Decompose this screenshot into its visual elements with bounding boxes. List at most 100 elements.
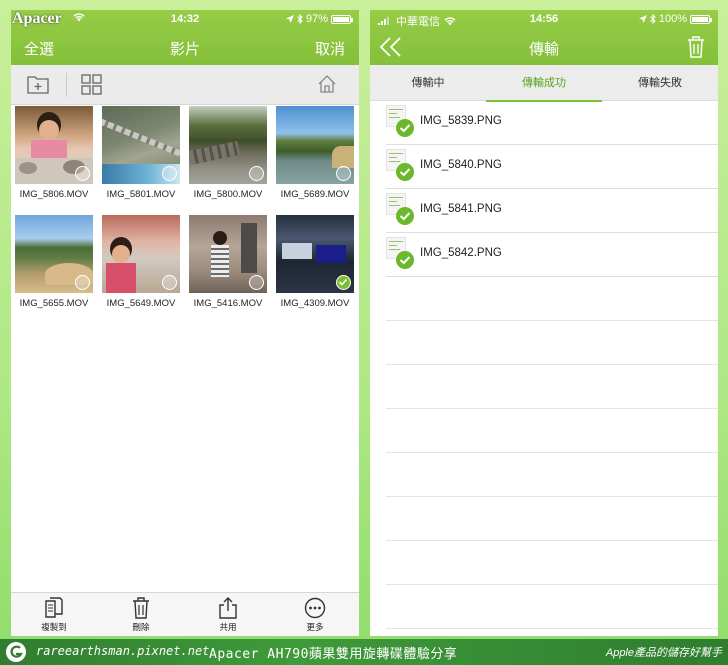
child-face bbox=[39, 120, 59, 140]
list-item[interactable]: IMG_5839.PNG bbox=[386, 101, 718, 145]
select-circle[interactable] bbox=[162, 166, 177, 181]
video-name: IMG_5800.MOV bbox=[193, 189, 263, 200]
select-circle[interactable] bbox=[249, 275, 264, 290]
battery-fill bbox=[692, 16, 708, 22]
copy-icon bbox=[45, 597, 63, 618]
child-head bbox=[213, 231, 227, 245]
trash-icon bbox=[133, 597, 149, 619]
success-check-icon bbox=[396, 251, 414, 269]
select-circle[interactable] bbox=[75, 275, 90, 290]
nav-bar: 全選 影片 取消 bbox=[11, 36, 359, 62]
list-item[interactable]: IMG_5840.PNG bbox=[386, 145, 718, 189]
battery-percent: 97% bbox=[305, 13, 328, 25]
video-name: IMG_5416.MOV bbox=[193, 298, 263, 309]
video-item[interactable]: IMG_5800.MOV bbox=[189, 106, 267, 200]
page-title: 影片 bbox=[169, 41, 200, 58]
selected-check-circle[interactable] bbox=[336, 275, 351, 290]
video-thumbnail[interactable] bbox=[15, 215, 93, 293]
site-url: rareearthsman.pixnet.net bbox=[36, 644, 210, 658]
right-screen: 中華電信 14:56 100% 傳輸 傳輸中 傳輸成功 傳輸失敗 IMG_583… bbox=[370, 10, 718, 636]
video-item[interactable]: IMG_5416.MOV bbox=[189, 215, 267, 309]
transfer-list: IMG_5839.PNG IMG_5840.PNG IMG_5841.PNG I… bbox=[386, 101, 718, 629]
tab-transferring[interactable]: 傳輸中 bbox=[370, 65, 486, 101]
video-item[interactable]: IMG_5689.MOV bbox=[276, 106, 354, 200]
file-name: IMG_5840.PNG bbox=[420, 159, 502, 171]
bluetooth-icon bbox=[650, 14, 656, 24]
success-check-icon bbox=[396, 207, 414, 225]
add-folder-icon[interactable] bbox=[27, 74, 49, 99]
action-bar: 複製到 刪除 共用 更多 bbox=[11, 592, 359, 636]
empty-row bbox=[386, 321, 718, 365]
status-right: 100% bbox=[638, 13, 712, 25]
file-name: IMG_5841.PNG bbox=[420, 203, 502, 215]
nav-bar: 傳輸 bbox=[370, 36, 718, 62]
tab-transfer-failed[interactable]: 傳輸失敗 bbox=[602, 65, 718, 101]
child-dress bbox=[211, 245, 229, 277]
select-circle[interactable] bbox=[75, 166, 90, 181]
status-bar: 中華電信 14:56 100% bbox=[370, 12, 718, 28]
select-circle[interactable] bbox=[336, 166, 351, 181]
video-thumbnail[interactable] bbox=[102, 106, 180, 184]
stone-wall bbox=[189, 140, 240, 166]
video-name: IMG_5806.MOV bbox=[19, 189, 89, 200]
video-item[interactable]: IMG_5649.MOV bbox=[102, 215, 180, 309]
watermark-banner: rareearthsman.pixnet.net Apacer AH790蘋果雙… bbox=[0, 639, 728, 665]
home-icon[interactable] bbox=[317, 74, 337, 99]
adult-figure bbox=[241, 223, 257, 273]
video-thumbnail[interactable] bbox=[15, 106, 93, 184]
video-item[interactable]: IMG_5806.MOV bbox=[15, 106, 93, 200]
tab-transfer-success[interactable]: 傳輸成功 bbox=[486, 65, 602, 102]
delete-button[interactable]: 刪除 bbox=[111, 597, 171, 633]
status-right: 97% bbox=[285, 13, 353, 25]
video-item[interactable]: IMG_5655.MOV bbox=[15, 215, 93, 309]
battery-percent: 100% bbox=[658, 13, 687, 25]
file-name: IMG_5842.PNG bbox=[420, 247, 502, 259]
video-thumbnail[interactable] bbox=[102, 215, 180, 293]
copy-to-button[interactable]: 複製到 bbox=[24, 597, 84, 633]
banner-tagline: Apple產品的儲存好幫手 bbox=[605, 647, 722, 659]
empty-row bbox=[386, 541, 718, 585]
trash-icon[interactable] bbox=[687, 36, 705, 62]
empty-row bbox=[386, 585, 718, 629]
empty-row bbox=[386, 453, 718, 497]
cancel-button[interactable]: 取消 bbox=[315, 38, 345, 59]
video-name: IMG_5649.MOV bbox=[106, 298, 176, 309]
screen bbox=[282, 243, 312, 259]
list-item[interactable]: IMG_5842.PNG bbox=[386, 233, 718, 277]
location-icon bbox=[285, 14, 294, 23]
video-item[interactable]: IMG_5801.MOV bbox=[102, 106, 180, 200]
copy-to-label: 複製到 bbox=[41, 622, 67, 632]
battery-icon bbox=[690, 14, 712, 24]
video-thumbnail[interactable] bbox=[276, 215, 354, 293]
empty-row bbox=[386, 497, 718, 541]
empty-row bbox=[386, 365, 718, 409]
right-header: 中華電信 14:56 100% 傳輸 bbox=[370, 10, 718, 65]
site-logo-icon bbox=[6, 642, 26, 662]
battery-icon bbox=[331, 14, 353, 24]
list-item[interactable]: IMG_5841.PNG bbox=[386, 189, 718, 233]
check-icon bbox=[338, 278, 348, 286]
bluetooth-icon bbox=[297, 14, 303, 24]
video-thumbnail[interactable] bbox=[189, 215, 267, 293]
page-title: 傳輸 bbox=[528, 41, 559, 58]
chain bbox=[102, 118, 180, 160]
child-face bbox=[112, 245, 130, 263]
banner-title: Apacer AH790蘋果雙用旋轉碟體驗分享 bbox=[209, 647, 458, 662]
success-check-icon bbox=[396, 119, 414, 137]
view-toolbar bbox=[11, 65, 359, 105]
more-button[interactable]: 更多 bbox=[285, 597, 345, 633]
video-name: IMG_5801.MOV bbox=[106, 189, 176, 200]
delete-label: 刪除 bbox=[132, 622, 150, 632]
select-circle[interactable] bbox=[249, 166, 264, 181]
file-name: IMG_5839.PNG bbox=[420, 115, 502, 127]
share-button[interactable]: 共用 bbox=[198, 597, 258, 633]
success-check-icon bbox=[396, 163, 414, 181]
video-thumbnail[interactable] bbox=[276, 106, 354, 184]
select-circle[interactable] bbox=[162, 275, 177, 290]
hat bbox=[332, 146, 354, 168]
grid-view-icon[interactable] bbox=[81, 74, 102, 100]
more-icon bbox=[304, 597, 326, 619]
video-item[interactable]: IMG_4309.MOV bbox=[276, 215, 354, 309]
empty-row bbox=[386, 409, 718, 453]
video-thumbnail[interactable] bbox=[189, 106, 267, 184]
